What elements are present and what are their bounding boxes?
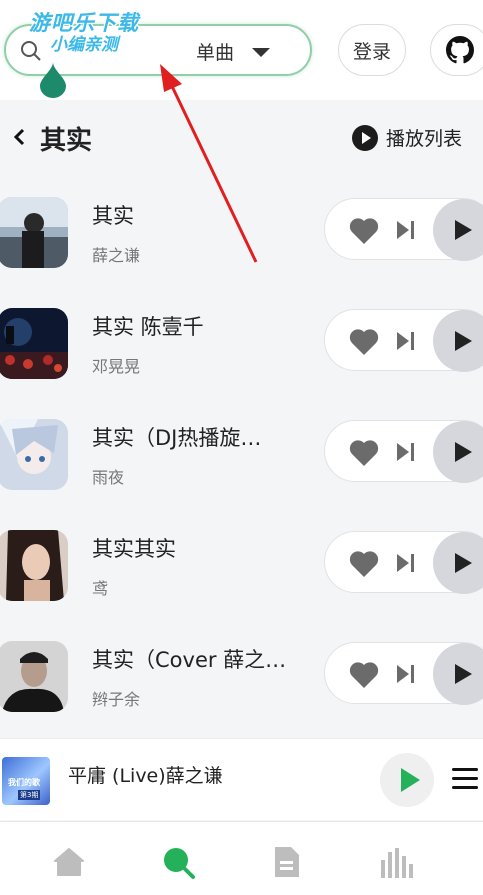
song-title: 其实（Cover 薛之… bbox=[92, 648, 287, 672]
play-button[interactable] bbox=[433, 532, 483, 594]
chevron-down-icon bbox=[252, 47, 271, 57]
song-cover bbox=[0, 308, 68, 379]
song-artist: 薛之谦 bbox=[92, 246, 141, 265]
play-next-icon[interactable] bbox=[397, 220, 415, 240]
play-button[interactable] bbox=[433, 421, 483, 483]
play-circle-icon bbox=[352, 124, 378, 151]
bottom-nav bbox=[0, 821, 483, 895]
song-item[interactable]: 其实（DJ热播旋… 雨夜 bbox=[0, 412, 483, 523]
song-actions bbox=[324, 642, 483, 705]
app-root: 单曲 游吧乐下载 小编亲测 登录 其实 播放列表 其实 薛之谦 其实 陈壹千 邓… bbox=[0, 0, 483, 895]
tab-home[interactable] bbox=[49, 842, 89, 882]
play-button[interactable] bbox=[433, 310, 483, 372]
song-title: 其实其实 bbox=[92, 537, 176, 561]
page-header: 其实 播放列表 bbox=[0, 108, 483, 166]
song-actions bbox=[324, 420, 483, 483]
song-item[interactable]: 其实 薛之谦 bbox=[0, 190, 483, 301]
play-next-icon[interactable] bbox=[397, 331, 415, 351]
song-artist: 邓晃晃 bbox=[92, 357, 141, 376]
home-icon bbox=[54, 848, 84, 876]
search-type-select[interactable]: 单曲 bbox=[196, 36, 271, 66]
song-actions bbox=[324, 198, 483, 261]
song-cover bbox=[0, 530, 68, 601]
github-icon bbox=[446, 36, 474, 64]
heart-icon[interactable] bbox=[349, 217, 379, 244]
back-icon[interactable] bbox=[12, 128, 26, 146]
mini-player[interactable]: 我们的歌 第3期 平庸 (Live)薛之谦 bbox=[0, 738, 483, 820]
song-cover bbox=[0, 641, 68, 712]
player-cover-badge: 第3期 bbox=[18, 790, 41, 800]
song-item[interactable]: 其实 陈壹千 邓晃晃 bbox=[0, 301, 483, 412]
login-button[interactable]: 登录 bbox=[338, 24, 406, 76]
song-cover bbox=[0, 197, 68, 268]
top-bar: 单曲 游吧乐下载 小编亲测 登录 bbox=[0, 0, 483, 100]
heart-icon[interactable] bbox=[349, 328, 379, 355]
tab-documents[interactable] bbox=[267, 842, 307, 882]
song-actions bbox=[324, 531, 483, 594]
search-type-label: 单曲 bbox=[196, 41, 235, 64]
heart-icon[interactable] bbox=[349, 661, 379, 688]
player-cover-text: 我们的歌 bbox=[8, 778, 40, 787]
page-title: 其实 bbox=[40, 126, 93, 156]
tab-equalizer[interactable] bbox=[376, 842, 416, 882]
search-icon bbox=[21, 41, 41, 61]
player-title: 平庸 (Live)薛之谦 bbox=[68, 765, 223, 787]
song-artist: 鸢 bbox=[92, 579, 109, 598]
song-title: 其实 陈壹千 bbox=[92, 315, 204, 339]
song-title: 其实 bbox=[92, 204, 134, 228]
search-icon bbox=[164, 848, 195, 879]
song-actions bbox=[324, 309, 483, 372]
song-title: 其实（DJ热播旋… bbox=[92, 426, 262, 450]
play-next-icon[interactable] bbox=[397, 553, 415, 573]
song-cover bbox=[0, 419, 68, 490]
song-artist: 雨夜 bbox=[92, 468, 125, 487]
heart-icon[interactable] bbox=[349, 439, 379, 466]
playlist-label: 播放列表 bbox=[386, 128, 463, 150]
tab-search[interactable] bbox=[158, 842, 198, 882]
playlist-button[interactable]: 播放列表 bbox=[352, 124, 462, 151]
song-item[interactable]: 其实（Cover 薛之… 辫子余 bbox=[0, 634, 483, 745]
github-button[interactable] bbox=[430, 24, 483, 76]
equalizer-icon bbox=[381, 848, 413, 878]
player-play-button[interactable] bbox=[380, 753, 434, 807]
droplet-icon bbox=[40, 62, 66, 98]
play-next-icon[interactable] bbox=[397, 664, 415, 684]
play-next-icon[interactable] bbox=[397, 442, 415, 462]
heart-icon[interactable] bbox=[349, 550, 379, 577]
song-artist: 辫子余 bbox=[92, 690, 141, 709]
song-item[interactable]: 其实其实 鸢 bbox=[0, 523, 483, 634]
menu-icon[interactable] bbox=[452, 768, 478, 790]
player-cover: 我们的歌 第3期 bbox=[2, 757, 50, 805]
play-button[interactable] bbox=[433, 643, 483, 705]
document-icon bbox=[275, 847, 299, 877]
play-button[interactable] bbox=[433, 199, 483, 261]
